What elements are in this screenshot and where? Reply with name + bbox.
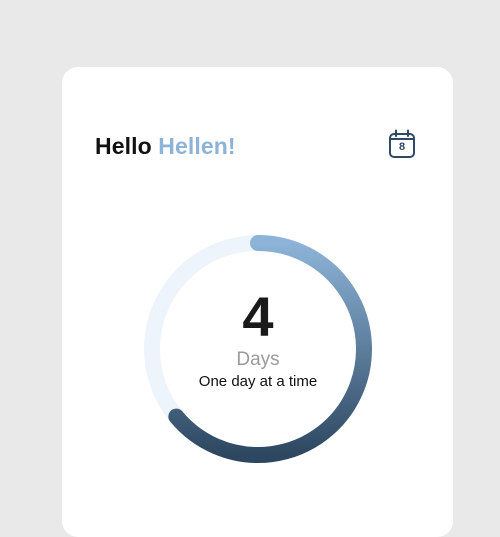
greeting-hello: Hello	[95, 133, 152, 159]
streak-card: Hello Hellen! 8 4 Days One day at a time	[62, 67, 453, 537]
calendar-button[interactable]: 8	[388, 129, 416, 159]
progress-center: 4 Days One day at a time	[140, 231, 376, 467]
days-label: Days	[236, 349, 280, 370]
calendar-day: 8	[398, 141, 406, 153]
progress-ring: 4 Days One day at a time	[140, 231, 376, 467]
motto-text: One day at a time	[198, 373, 318, 390]
greeting-name: Hellen!	[158, 133, 236, 159]
greeting-heading: Hello Hellen!	[95, 132, 236, 160]
days-count: 4	[242, 285, 274, 348]
